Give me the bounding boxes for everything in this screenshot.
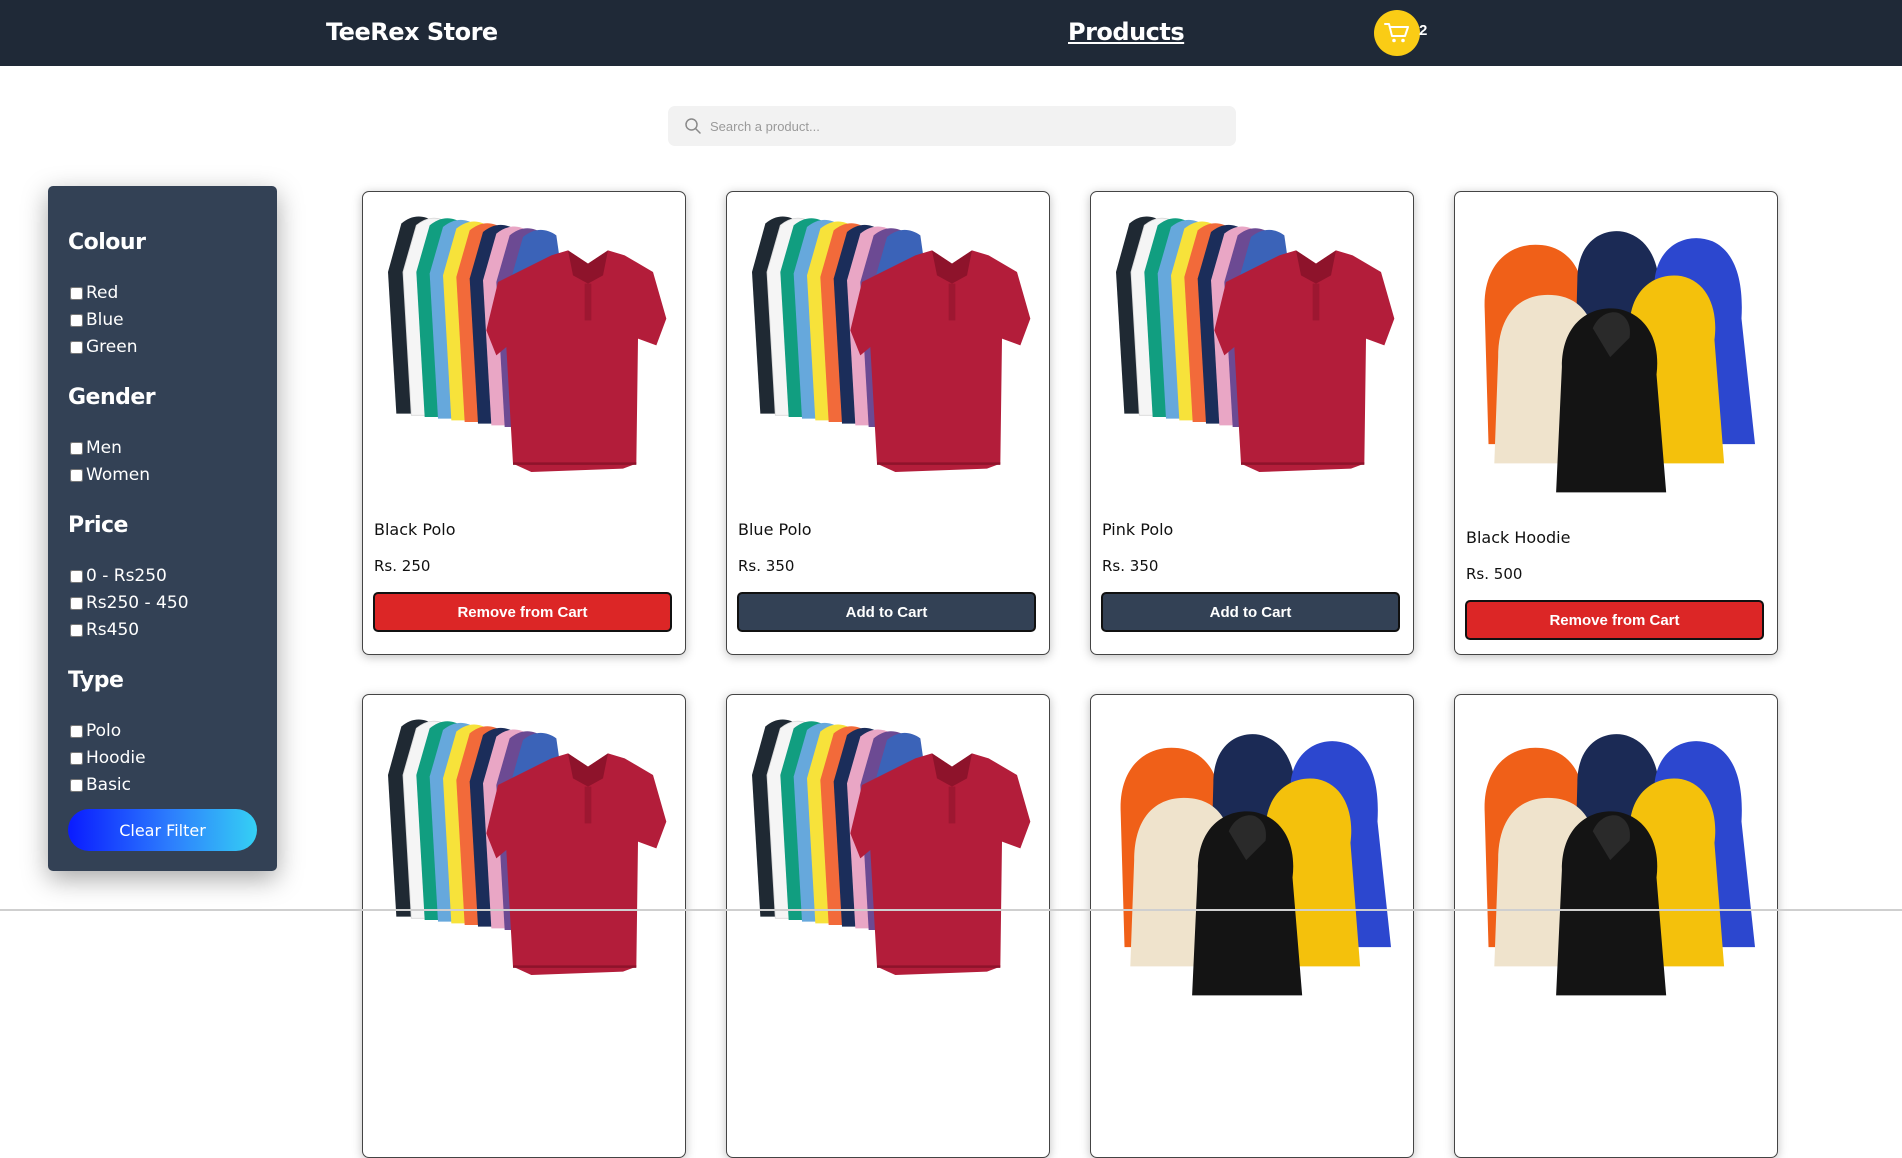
add-to-cart-button[interactable]: Add to Cart: [1101, 592, 1400, 632]
checkbox-basic[interactable]: [70, 778, 83, 792]
checkbox-price-450[interactable]: [70, 623, 83, 637]
filter-option-hoodie[interactable]: Hoodie: [70, 747, 146, 769]
product-image-polo[interactable]: [737, 705, 1037, 995]
product-name: Black Polo: [374, 520, 456, 539]
product-price: Rs. 250: [374, 557, 431, 575]
product-price: Rs. 350: [1102, 557, 1159, 575]
filter-title-price: Price: [68, 513, 128, 538]
product-image-hoodie[interactable]: [1465, 222, 1765, 502]
product-card: Black Polo Rs. 250 Remove from Cart: [362, 191, 686, 655]
product-image-hoodie[interactable]: [1465, 725, 1765, 1005]
remove-from-cart-button[interactable]: Remove from Cart: [1465, 600, 1764, 640]
product-card: [726, 694, 1050, 1158]
filter-option-green[interactable]: Green: [70, 336, 137, 358]
filter-sidebar: Colour Red Blue Green Gender Men Women P…: [48, 186, 277, 871]
clear-filter-button[interactable]: Clear Filter: [68, 809, 257, 851]
search-icon: [685, 118, 701, 134]
cart-count-badge: 2: [1419, 22, 1428, 39]
filter-option-price-250-450[interactable]: Rs250 - 450: [70, 592, 189, 614]
filter-option-men[interactable]: Men: [70, 437, 122, 459]
shopping-cart-icon: [1384, 23, 1409, 43]
filter-option-women[interactable]: Women: [70, 464, 150, 486]
product-name: Black Hoodie: [1466, 528, 1571, 547]
search-bar[interactable]: [668, 106, 1236, 146]
product-image-polo[interactable]: [373, 202, 673, 492]
checkbox-price-250-450[interactable]: [70, 596, 83, 610]
filter-title-type: Type: [68, 668, 124, 693]
filter-option-red[interactable]: Red: [70, 282, 118, 304]
navbar: TeeRex Store Products 2: [0, 0, 1902, 66]
product-card: Blue Polo Rs. 350 Add to Cart: [726, 191, 1050, 655]
checkbox-hoodie[interactable]: [70, 751, 83, 765]
product-card: [1090, 694, 1414, 1158]
remove-from-cart-button[interactable]: Remove from Cart: [373, 592, 672, 632]
checkbox-women[interactable]: [70, 468, 83, 482]
filter-option-blue[interactable]: Blue: [70, 309, 124, 331]
filter-option-polo[interactable]: Polo: [70, 720, 121, 742]
checkbox-red[interactable]: [70, 286, 83, 300]
filter-title-colour: Colour: [68, 230, 146, 255]
product-card: Black Hoodie Rs. 500 Remove from Cart: [1454, 191, 1778, 655]
products-nav-link[interactable]: Products: [1068, 18, 1185, 46]
filter-option-price-0-250[interactable]: 0 - Rs250: [70, 565, 167, 587]
product-card: Pink Polo Rs. 350 Add to Cart: [1090, 191, 1414, 655]
checkbox-men[interactable]: [70, 441, 83, 455]
product-card: [362, 694, 686, 1158]
product-image-polo[interactable]: [737, 202, 1037, 492]
checkbox-blue[interactable]: [70, 313, 83, 327]
product-image-polo[interactable]: [1101, 202, 1401, 492]
brand-logo[interactable]: TeeRex Store: [326, 18, 498, 46]
checkbox-polo[interactable]: [70, 724, 83, 738]
product-name: Blue Polo: [738, 520, 812, 539]
product-price: Rs. 500: [1466, 565, 1523, 583]
product-price: Rs. 350: [738, 557, 795, 575]
search-input[interactable]: [710, 106, 1210, 146]
filter-title-gender: Gender: [68, 385, 156, 410]
product-card: [1454, 694, 1778, 1158]
product-image-polo[interactable]: [373, 705, 673, 995]
add-to-cart-button[interactable]: Add to Cart: [737, 592, 1036, 632]
product-image-hoodie[interactable]: [1101, 725, 1401, 1005]
cart-button[interactable]: [1374, 10, 1420, 56]
filter-option-basic[interactable]: Basic: [70, 774, 131, 796]
checkbox-green[interactable]: [70, 340, 83, 354]
filter-option-price-450[interactable]: Rs450: [70, 619, 139, 641]
product-name: Pink Polo: [1102, 520, 1174, 539]
checkbox-price-0-250[interactable]: [70, 569, 83, 583]
